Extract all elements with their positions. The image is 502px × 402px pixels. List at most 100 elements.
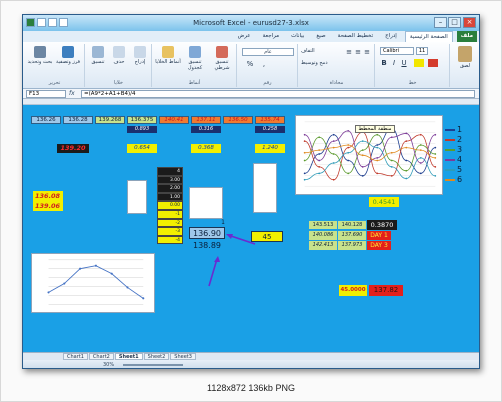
save-icon[interactable] <box>37 18 46 27</box>
cell-bottom-pair-0[interactable]: 45.0000 <box>339 285 367 296</box>
cell-r3-0[interactable]: 0.654 <box>127 144 157 153</box>
cell-one[interactable]: 1 <box>211 218 225 227</box>
mini-chart-1[interactable] <box>127 180 147 214</box>
cell-r1-6[interactable]: 136.50 <box>223 116 253 124</box>
worksheet-grid[interactable]: 136.26 136.28 139.268 136.375 140.41 137… <box>23 105 479 352</box>
insert-button[interactable]: إدراج <box>130 46 150 65</box>
cell-day-b[interactable]: DAY 3 <box>367 241 391 250</box>
chart2-point <box>318 172 321 175</box>
close-button[interactable]: × <box>463 17 476 28</box>
excel-logo-icon[interactable] <box>26 18 35 27</box>
tab-page-layout[interactable]: تخطيط الصفحة <box>334 31 377 42</box>
value-column-cell[interactable]: 1.00 <box>157 192 183 202</box>
sheet-tab[interactable]: Sheet2 <box>143 353 170 360</box>
find-button[interactable]: بحث وتحديد <box>27 46 53 65</box>
cell-r1-5[interactable]: 137.11 <box>191 116 221 124</box>
format-icon <box>92 46 104 58</box>
cell-r3-1[interactable]: 0.368 <box>191 144 221 153</box>
font-color-icon[interactable] <box>428 59 438 67</box>
value-column-cell[interactable]: -2 <box>157 218 183 228</box>
legend-label: 5 <box>457 165 463 174</box>
cell-r2-0[interactable]: 0.893 <box>127 126 157 133</box>
formula-input[interactable]: =(A9*2+A1+B4)/4 <box>81 90 475 98</box>
font-name-box[interactable]: Calibri <box>380 47 414 55</box>
cell-day-a[interactable]: DAY 1 <box>367 231 391 240</box>
tab-formulas[interactable]: صيغ <box>312 31 329 42</box>
cell-forty-five[interactable]: 45 <box>251 231 283 242</box>
conditional-format-button[interactable]: تنسيق شرطي <box>209 46 235 71</box>
cell-r1-3[interactable]: 136.375 <box>127 116 157 124</box>
cell-row-b-1[interactable]: 137.690 <box>338 231 366 240</box>
sheet-tab[interactable]: Chart1 <box>63 353 88 360</box>
cell-val-b[interactable]: 0.4541 <box>369 197 399 207</box>
value-column-cell[interactable]: -1 <box>157 210 183 219</box>
align-left-icon[interactable]: ≡ <box>363 48 371 56</box>
percent-button[interactable]: % <box>244 60 256 68</box>
merge-center-button[interactable]: دمج وتوسيط <box>301 60 341 66</box>
cell-left-yellow-2[interactable]: 139.06 <box>33 201 63 211</box>
cell-red-price[interactable]: 139.20 <box>57 144 89 153</box>
tab-file[interactable]: ملف <box>456 31 477 42</box>
align-right-icon[interactable]: ≡ <box>345 48 353 56</box>
cell-bottom-pair-1[interactable]: 137.82 <box>369 285 403 296</box>
cell-val-a[interactable]: 0.3870 <box>367 220 397 230</box>
chart2-point <box>376 144 379 146</box>
number-format-dropdown[interactable]: عام <box>242 48 294 56</box>
cell-styles-button[interactable]: أنماط الخلايا <box>155 46 181 65</box>
cell-row-c-0[interactable]: 142.413 <box>309 241 337 250</box>
sheet-tab[interactable]: Chart2 <box>88 353 114 360</box>
value-column-cell[interactable]: 4 <box>157 167 183 176</box>
mini-chart-3[interactable] <box>253 163 277 213</box>
bottom-left-line-chart[interactable] <box>31 253 155 313</box>
fx-icon[interactable]: fx <box>69 90 75 98</box>
bold-button[interactable]: B <box>380 59 388 67</box>
cell-row-c-1[interactable]: 137.973 <box>338 241 366 250</box>
cell-row-b-0[interactable]: 140.086 <box>309 231 337 240</box>
format-table-button[interactable]: تنسيق كجدول <box>182 46 208 71</box>
cell-r2-1[interactable]: 0.316 <box>191 126 221 133</box>
tab-data[interactable]: بيانات <box>287 31 308 42</box>
sheet-tab[interactable]: Sheet1 <box>114 353 143 360</box>
name-box[interactable]: F13 <box>26 90 66 98</box>
align-center-icon[interactable]: ≡ <box>354 48 362 56</box>
cell-r3-2[interactable]: 1.240 <box>255 144 285 153</box>
cell-left-yellow-1[interactable]: 136.08 <box>33 191 63 201</box>
sheet-tab[interactable]: Sheet3 <box>170 353 196 360</box>
redo-icon[interactable] <box>59 18 68 27</box>
cell-r1-4[interactable]: 140.41 <box>159 116 189 124</box>
cell-r1-7[interactable]: 135.74 <box>255 116 285 124</box>
tab-home[interactable]: الصفحة الرئيسية <box>404 31 453 42</box>
binoculars-icon <box>34 46 46 58</box>
undo-icon[interactable] <box>48 18 57 27</box>
underline-button[interactable]: U <box>400 59 408 67</box>
fill-color-icon[interactable] <box>414 59 424 67</box>
value-column-cell[interactable]: -3 <box>157 227 183 236</box>
tab-review[interactable]: مراجعة <box>259 31 284 42</box>
italic-button[interactable]: I <box>390 59 398 67</box>
minimize-button[interactable]: – <box>434 17 447 28</box>
cell-row-a-1[interactable]: 140.128 <box>338 221 366 229</box>
maximize-button[interactable]: □ <box>448 17 461 28</box>
cell-row-a-0[interactable]: 143.513 <box>309 221 337 229</box>
cell-r1-2[interactable]: 139.268 <box>95 116 125 124</box>
tab-view[interactable]: عرض <box>234 31 255 42</box>
sort-button[interactable]: فرز وتصفية <box>55 46 81 65</box>
cell-r1-1[interactable]: 136.28 <box>63 116 93 124</box>
wrap-text-button[interactable]: التفاف <box>301 48 335 54</box>
value-column-cell[interactable]: -4 <box>157 235 183 245</box>
delete-button[interactable]: حذف <box>109 46 129 65</box>
cell-r2-2[interactable]: 0.258 <box>255 126 285 133</box>
chart2-point <box>303 140 306 143</box>
mini-chart-2[interactable] <box>189 187 223 219</box>
font-size-box[interactable]: 11 <box>416 47 428 55</box>
value-column-cell[interactable]: 0.00 <box>157 201 183 210</box>
comma-button[interactable]: , <box>258 60 270 68</box>
tab-insert[interactable]: إدراج <box>381 31 401 42</box>
paste-button[interactable]: لصق <box>453 46 477 69</box>
format-button[interactable]: تنسيق <box>88 46 108 65</box>
cell-r1-0[interactable]: 136.26 <box>31 116 61 124</box>
zoom-level[interactable]: 30% <box>103 360 114 368</box>
zoom-slider[interactable] <box>123 364 183 366</box>
value-column-cell[interactable]: 2.00 <box>157 184 183 193</box>
value-column-cell[interactable]: 3.00 <box>157 175 183 185</box>
